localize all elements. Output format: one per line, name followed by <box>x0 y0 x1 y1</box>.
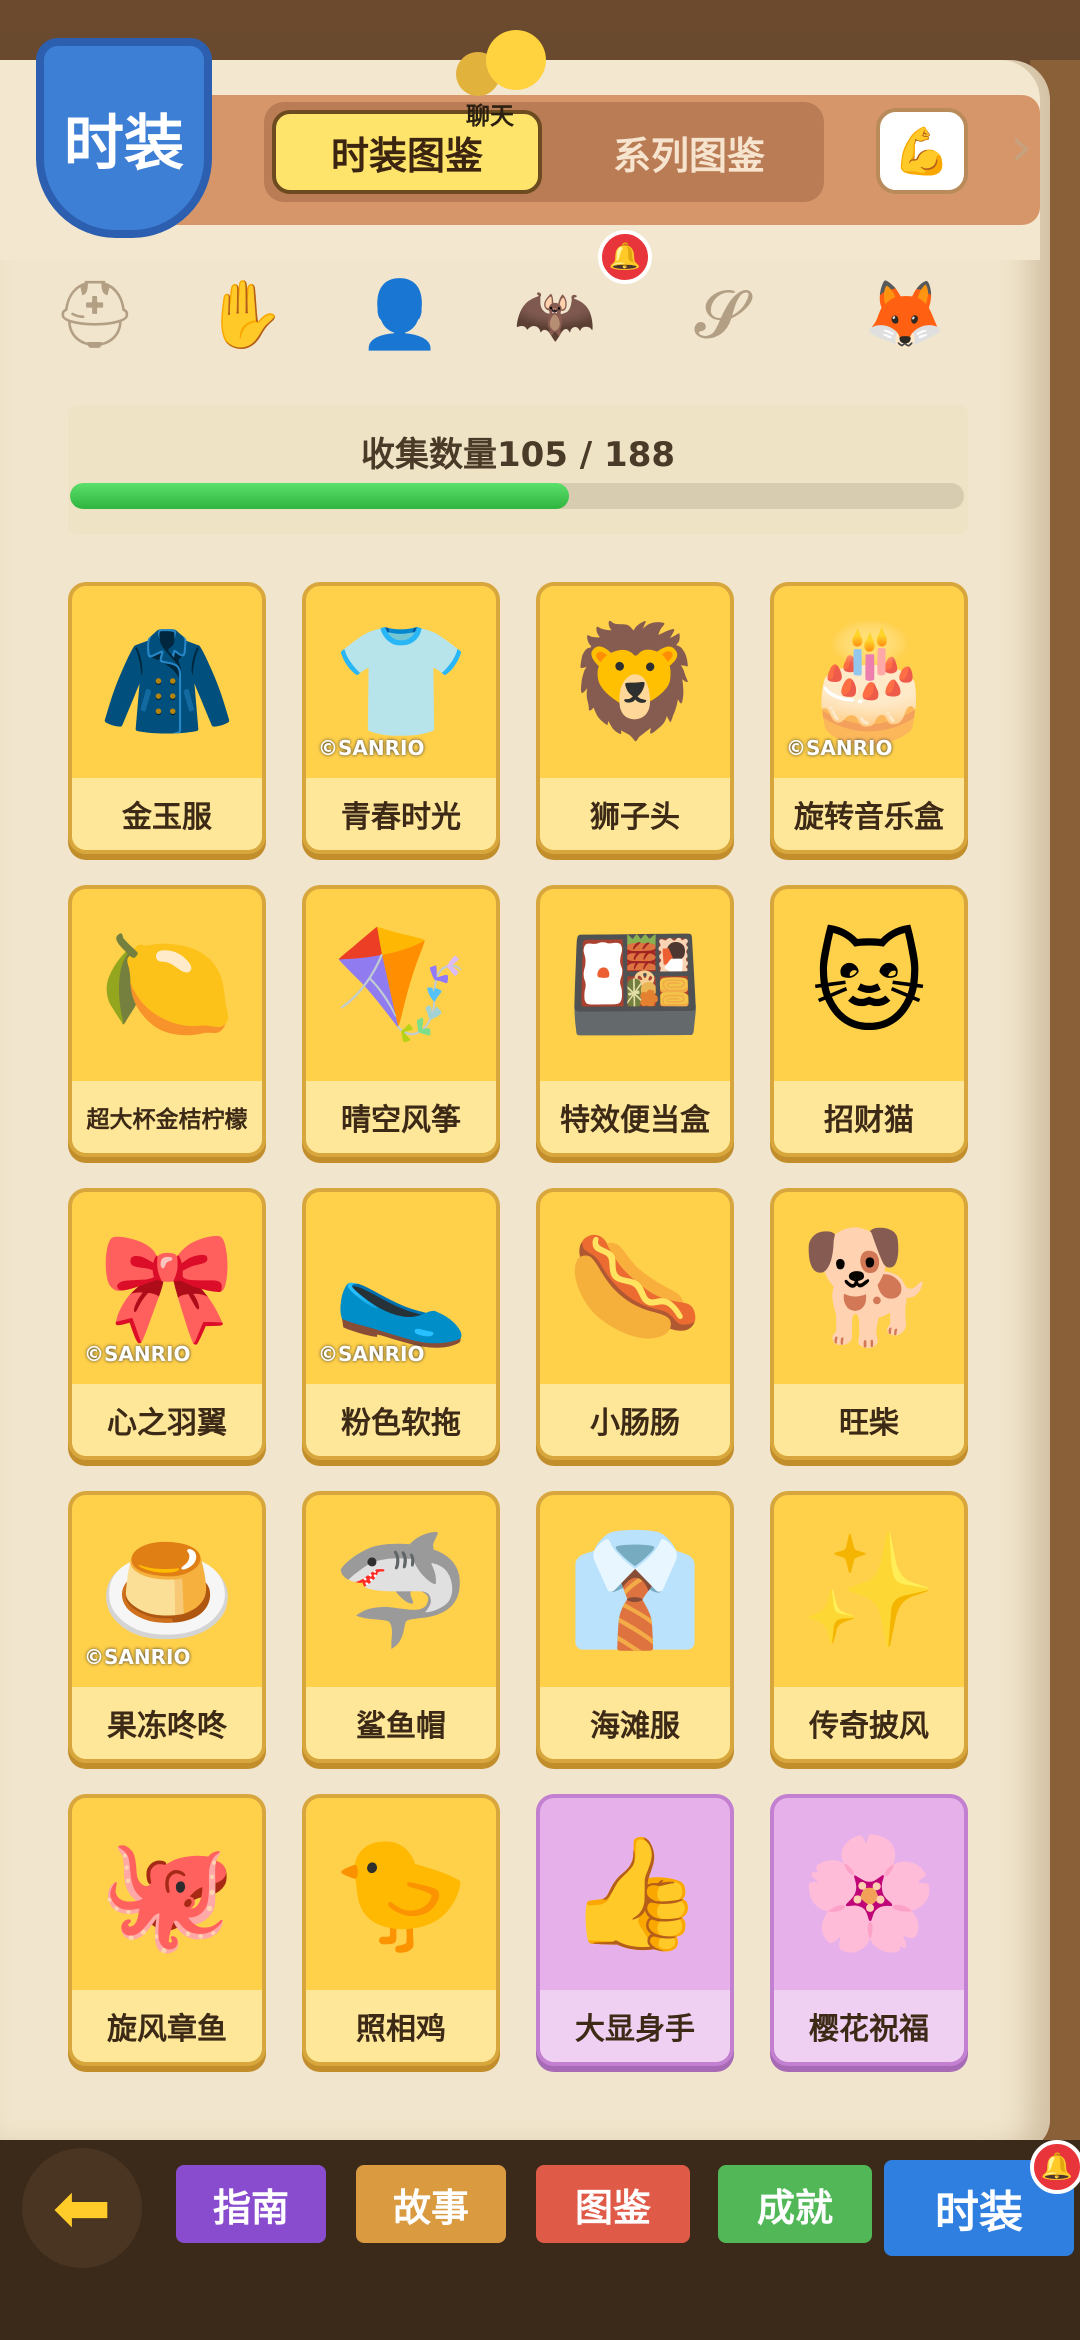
item-name: 果冻咚咚 <box>72 1687 262 1759</box>
fashion-item-card[interactable]: 🎂 ©SANRIO 旋转音乐盒 <box>770 582 968 854</box>
item-image-icon: 👍 <box>566 1828 704 1957</box>
category-body-icon[interactable]: 👤 <box>345 260 455 370</box>
nav-story[interactable]: 故事 <box>356 2165 506 2243</box>
category-tail-icon[interactable]: 𝓢 <box>665 260 775 370</box>
nav-collection[interactable]: 图鉴 <box>536 2165 690 2243</box>
sanrio-copyright: ©SANRIO <box>318 1342 425 1366</box>
bell-alert-icon: 🔔 <box>598 230 652 284</box>
fashion-item-card[interactable]: 🐕 旺柴 <box>770 1188 968 1460</box>
item-image-icon: 👔 <box>566 1525 704 1654</box>
fashion-item-card[interactable]: 🍋 超大杯金桔柠檬 <box>68 885 266 1157</box>
smiley-bubble-icon <box>486 30 546 90</box>
chat-button[interactable]: 聊天 <box>446 30 566 130</box>
nav-guide[interactable]: 指南 <box>176 2165 326 2243</box>
item-image-icon: 🐕 <box>800 1222 938 1351</box>
item-image-icon: 🍋 <box>98 919 236 1048</box>
strength-button[interactable]: 💪 <box>876 108 968 194</box>
fashion-item-card[interactable]: 🥿 ©SANRIO 粉色软拖 <box>302 1188 500 1460</box>
item-name: 粉色软拖 <box>306 1384 496 1456</box>
fashion-item-card[interactable]: 🎀 ©SANRIO 心之羽翼 <box>68 1188 266 1460</box>
item-name: 招财猫 <box>774 1081 964 1153</box>
collection-count: 收集数量105 / 188 <box>360 435 676 475</box>
back-arrow-icon[interactable]: ⬅ <box>22 2148 142 2268</box>
sanrio-copyright: ©SANRIO <box>84 1645 191 1669</box>
item-name: 旺柴 <box>774 1384 964 1456</box>
fashion-item-card[interactable]: 🌸 樱花祝福 <box>770 1794 968 2066</box>
progress-fill <box>70 483 570 509</box>
section-badge: 时装 <box>36 38 212 238</box>
sanrio-copyright: ©SANRIO <box>786 736 893 760</box>
item-name: 小肠肠 <box>540 1384 730 1456</box>
sanrio-copyright: ©SANRIO <box>318 736 425 760</box>
item-name: 鲨鱼帽 <box>306 1687 496 1759</box>
item-name: 特效便当盒 <box>540 1081 730 1153</box>
item-image-icon: 🐱 <box>811 920 927 1048</box>
item-image-icon: 🧥 <box>98 616 236 745</box>
item-name: 狮子头 <box>540 778 730 850</box>
fashion-item-card[interactable]: ✨ 传奇披风 <box>770 1491 968 1763</box>
item-name: 樱花祝福 <box>774 1990 964 2062</box>
fashion-item-card[interactable]: 🧥 金玉服 <box>68 582 266 854</box>
category-cape-icon[interactable]: 🦇 <box>500 260 610 370</box>
progress-track <box>70 483 964 509</box>
category-hand-icon[interactable]: ✋ <box>190 260 300 370</box>
chat-label: 聊天 <box>466 102 514 130</box>
fashion-item-card[interactable]: 🪁 晴空风筝 <box>302 885 500 1157</box>
item-image-icon: 🌸 <box>800 1828 938 1957</box>
fashion-item-card[interactable]: 🦈 鲨鱼帽 <box>302 1491 500 1763</box>
item-name: 海滩服 <box>540 1687 730 1759</box>
nav-achievement[interactable]: 成就 <box>718 2165 872 2243</box>
item-name: 传奇披风 <box>774 1687 964 1759</box>
fashion-item-card[interactable]: 🍮 ©SANRIO 果冻咚咚 <box>68 1491 266 1763</box>
item-name: 晴空风筝 <box>306 1081 496 1153</box>
fashion-item-card[interactable]: 👕 ©SANRIO 青春时光 <box>302 582 500 854</box>
item-name: 金玉服 <box>72 778 262 850</box>
item-image-icon: 🐙 <box>98 1828 236 1957</box>
item-name: 心之羽翼 <box>72 1384 262 1456</box>
fashion-item-card[interactable]: 🦁 狮子头 <box>536 582 734 854</box>
item-image-icon: 🍱 <box>566 919 704 1048</box>
item-image-icon: 🪁 <box>332 919 470 1048</box>
item-image-icon: 🌭 <box>566 1222 704 1351</box>
item-image-icon: 🦁 <box>566 616 704 745</box>
fashion-item-card[interactable]: 🐱 招财猫 <box>770 885 968 1157</box>
fashion-item-card[interactable]: 👍 大显身手 <box>536 1794 734 2066</box>
item-name: 大显身手 <box>540 1990 730 2062</box>
sanrio-copyright: ©SANRIO <box>84 1342 191 1366</box>
category-bar: ⛑ ✋ 👤 🦇 🔔 𝓢 🦊 <box>40 230 1030 370</box>
item-image-icon: 🦈 <box>332 1525 470 1654</box>
item-name: 旋转音乐盒 <box>774 778 964 850</box>
item-name: 旋风章鱼 <box>72 1990 262 2062</box>
fashion-item-card[interactable]: 👔 海滩服 <box>536 1491 734 1763</box>
bell-alert-icon: 🔔 <box>1030 2140 1080 2194</box>
fashion-item-card[interactable]: 🐙 旋风章鱼 <box>68 1794 266 2066</box>
item-name: 照相鸡 <box>306 1990 496 2062</box>
fashion-item-card[interactable]: 🌭 小肠肠 <box>536 1188 734 1460</box>
item-name: 超大杯金桔柠檬 <box>72 1081 262 1153</box>
fashion-item-card[interactable]: 🍱 特效便当盒 <box>536 885 734 1157</box>
collection-progress: 收集数量105 / 188 <box>68 405 968 535</box>
flexed-arm-icon: 💪 <box>893 123 951 178</box>
category-hat-icon[interactable]: ⛑ <box>40 260 150 370</box>
chevron-right-icon[interactable]: › <box>1010 115 1032 180</box>
fashion-item-card[interactable]: 🐤 照相鸡 <box>302 1794 500 2066</box>
item-name: 青春时光 <box>306 778 496 850</box>
category-face-icon[interactable]: 🦊 <box>850 260 960 370</box>
item-image-icon: ✨ <box>800 1525 938 1654</box>
item-image-icon: 🐤 <box>332 1828 470 1957</box>
tab-series-guide[interactable]: 系列图鉴 <box>564 110 814 194</box>
